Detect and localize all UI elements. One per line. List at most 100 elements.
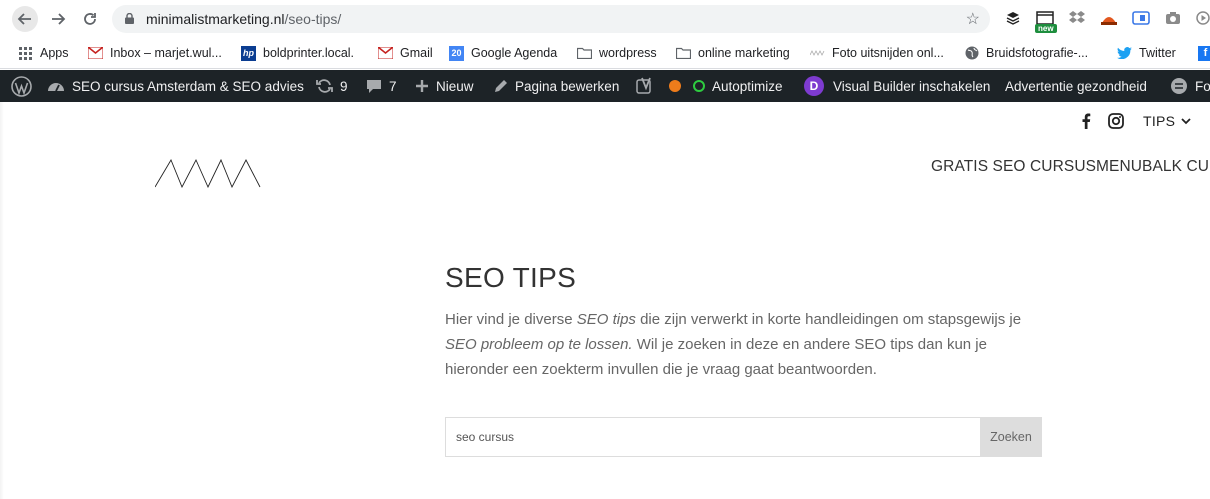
cog-hex-icon xyxy=(1170,77,1188,95)
url-text: minimalistmarketing.nl/seo-tips/ xyxy=(146,11,341,27)
bookmark-label: boldprinter.local. xyxy=(263,46,355,60)
search-button[interactable]: Zoeken xyxy=(980,418,1041,456)
bookmark-foto-uitsnijden[interactable]: Foto uitsnijden onl... xyxy=(810,43,944,63)
bookmark-label: wordpress xyxy=(599,46,657,60)
wordpress-icon xyxy=(11,75,32,97)
bookmark-label: Gmail xyxy=(400,46,433,60)
hp-icon: hp xyxy=(241,45,256,61)
facebook-icon xyxy=(1082,113,1091,129)
bookmark-google-agenda[interactable]: 20 Google Agenda xyxy=(449,43,557,63)
twitter-icon xyxy=(1117,46,1132,61)
folder-icon xyxy=(676,46,691,61)
gmail-icon xyxy=(88,46,103,61)
bookmark-wordpress[interactable]: wordpress xyxy=(577,43,657,63)
facebook-link[interactable] xyxy=(1081,112,1091,130)
forward-button[interactable] xyxy=(45,6,71,32)
divi-d-icon: D xyxy=(804,76,824,96)
globe-icon xyxy=(964,46,979,61)
bookmark-facebook[interactable]: f xyxy=(1198,43,1210,63)
address-bar[interactable]: minimalistmarketing.nl/seo-tips/ ☆ xyxy=(112,5,990,33)
wave-icon xyxy=(810,46,825,61)
tips-label: TIPS xyxy=(1143,113,1176,129)
wp-new-content[interactable]: Nieuw xyxy=(415,70,474,102)
yoast-status-dot xyxy=(669,80,681,92)
bookmark-label: Apps xyxy=(40,46,69,60)
lock-icon xyxy=(125,13,134,24)
wp-logo-menu[interactable] xyxy=(11,70,32,102)
play-extension-icon[interactable] xyxy=(1194,9,1210,27)
intro-em-2: SEO probleem op te lossen. xyxy=(445,336,633,353)
dashboard-gauge-icon xyxy=(47,79,65,93)
page-title: SEO TIPS xyxy=(445,262,577,293)
wp-comments[interactable]: 7 xyxy=(366,70,397,102)
bookmark-boldprinter[interactable]: hp boldprinter.local. xyxy=(241,43,354,63)
wp-autoptimize[interactable]: Autoptimize xyxy=(693,70,783,102)
bookmark-label: Google Agenda xyxy=(471,46,558,60)
wp-site-name[interactable]: SEO cursus Amsterdam & SEO advies xyxy=(47,70,304,102)
bookmarks-bar: Apps Inbox – marjet.wul... hp boldprinte… xyxy=(0,38,1210,69)
plus-icon xyxy=(415,79,429,93)
bookmark-label: Inbox – marjet.wul... xyxy=(110,46,222,60)
gmail-icon xyxy=(378,46,393,61)
bookmark-apps[interactable]: Apps xyxy=(18,43,69,63)
wp-updates[interactable]: 9 xyxy=(316,70,348,102)
bookmark-twitter[interactable]: Twitter xyxy=(1117,43,1176,63)
bookmark-gmail[interactable]: Gmail xyxy=(378,43,433,63)
page-edge xyxy=(0,102,4,499)
bookmark-label: Twitter xyxy=(1139,46,1176,60)
site-logo[interactable] xyxy=(155,158,261,188)
chevron-down-icon xyxy=(1181,118,1191,125)
calendar-icon: 20 xyxy=(449,45,464,61)
wp-admin-bar: SEO cursus Amsterdam & SEO advies 9 7 Ni… xyxy=(0,70,1210,102)
back-button[interactable] xyxy=(12,6,38,32)
wp-autoptimize-label: Autoptimize xyxy=(712,78,783,94)
nav-item-gratis-seo-cursus[interactable]: GRATIS SEO CURSUS xyxy=(931,158,1096,176)
instagram-link[interactable] xyxy=(1108,112,1124,130)
intro-part-1: Hier vind je diverse xyxy=(445,311,577,328)
bookmark-inbox[interactable]: Inbox – marjet.wul... xyxy=(88,43,222,63)
bookmark-star-icon[interactable]: ☆ xyxy=(966,9,980,29)
search-form: Zoeken xyxy=(445,417,1042,457)
wp-truncated-label: Fo xyxy=(1195,78,1210,94)
wp-yoast-seo[interactable] xyxy=(636,70,681,102)
intro-em-1: SEO tips xyxy=(576,311,636,328)
search-input[interactable] xyxy=(446,418,981,456)
bookmark-label: Foto uitsnijden onl... xyxy=(832,46,944,60)
intro-text: Hier vind je diverse SEO tips die zijn v… xyxy=(445,307,1045,382)
wp-ad-health-label: Advertentie gezondheid xyxy=(1005,78,1147,94)
wp-visual-builder-label: Visual Builder inschakelen xyxy=(833,78,991,94)
reload-button[interactable] xyxy=(77,6,103,32)
url-path: /seo-tips/ xyxy=(284,11,342,27)
browser-toolbar: minimalistmarketing.nl/seo-tips/ ☆ new xyxy=(0,0,1210,38)
apps-grid-icon xyxy=(18,46,33,61)
wp-truncated-menu[interactable]: Fo xyxy=(1170,70,1210,102)
nav-item-menubalk-cursus[interactable]: MENUBALK CURS xyxy=(1096,158,1210,176)
folder-icon xyxy=(577,46,592,61)
reload-icon xyxy=(84,13,96,25)
bookmark-label: Bruidsfotografie-... xyxy=(986,46,1089,60)
tab-extension-icon[interactable] xyxy=(1132,9,1150,27)
dropbox-extension-icon[interactable] xyxy=(1068,9,1086,27)
facebook-icon: f xyxy=(1198,45,1210,61)
wp-edit-page[interactable]: Pagina bewerken xyxy=(493,70,619,102)
camera-extension-icon[interactable] xyxy=(1164,9,1182,27)
wp-ad-health[interactable]: Advertentie gezondheid xyxy=(1005,70,1147,102)
updates-icon xyxy=(316,78,333,94)
url-host: minimalistmarketing.nl xyxy=(146,11,285,27)
arrow-left-icon xyxy=(17,13,31,25)
wp-visual-builder[interactable]: D Visual Builder inschakelen xyxy=(804,70,990,102)
extension-new-badge: new xyxy=(1035,24,1057,33)
pencil-icon xyxy=(493,79,508,94)
yoast-icon xyxy=(636,77,654,95)
bookmark-bruidsfotografie[interactable]: Bruidsfotografie-... xyxy=(964,43,1088,63)
bookmark-online-marketing[interactable]: online marketing xyxy=(676,43,790,63)
arrow-right-icon xyxy=(52,13,66,25)
color-picker-extension-icon[interactable] xyxy=(1100,9,1118,27)
comment-bubble-icon xyxy=(366,79,382,94)
tips-dropdown[interactable]: TIPS xyxy=(1143,112,1191,130)
wp-edit-label: Pagina bewerken xyxy=(515,78,620,94)
wp-updates-count: 9 xyxy=(340,78,348,94)
wp-site-name-label: SEO cursus Amsterdam & SEO advies xyxy=(72,78,304,94)
layers-extension-icon[interactable] xyxy=(1004,9,1022,27)
instagram-icon xyxy=(1108,113,1124,129)
